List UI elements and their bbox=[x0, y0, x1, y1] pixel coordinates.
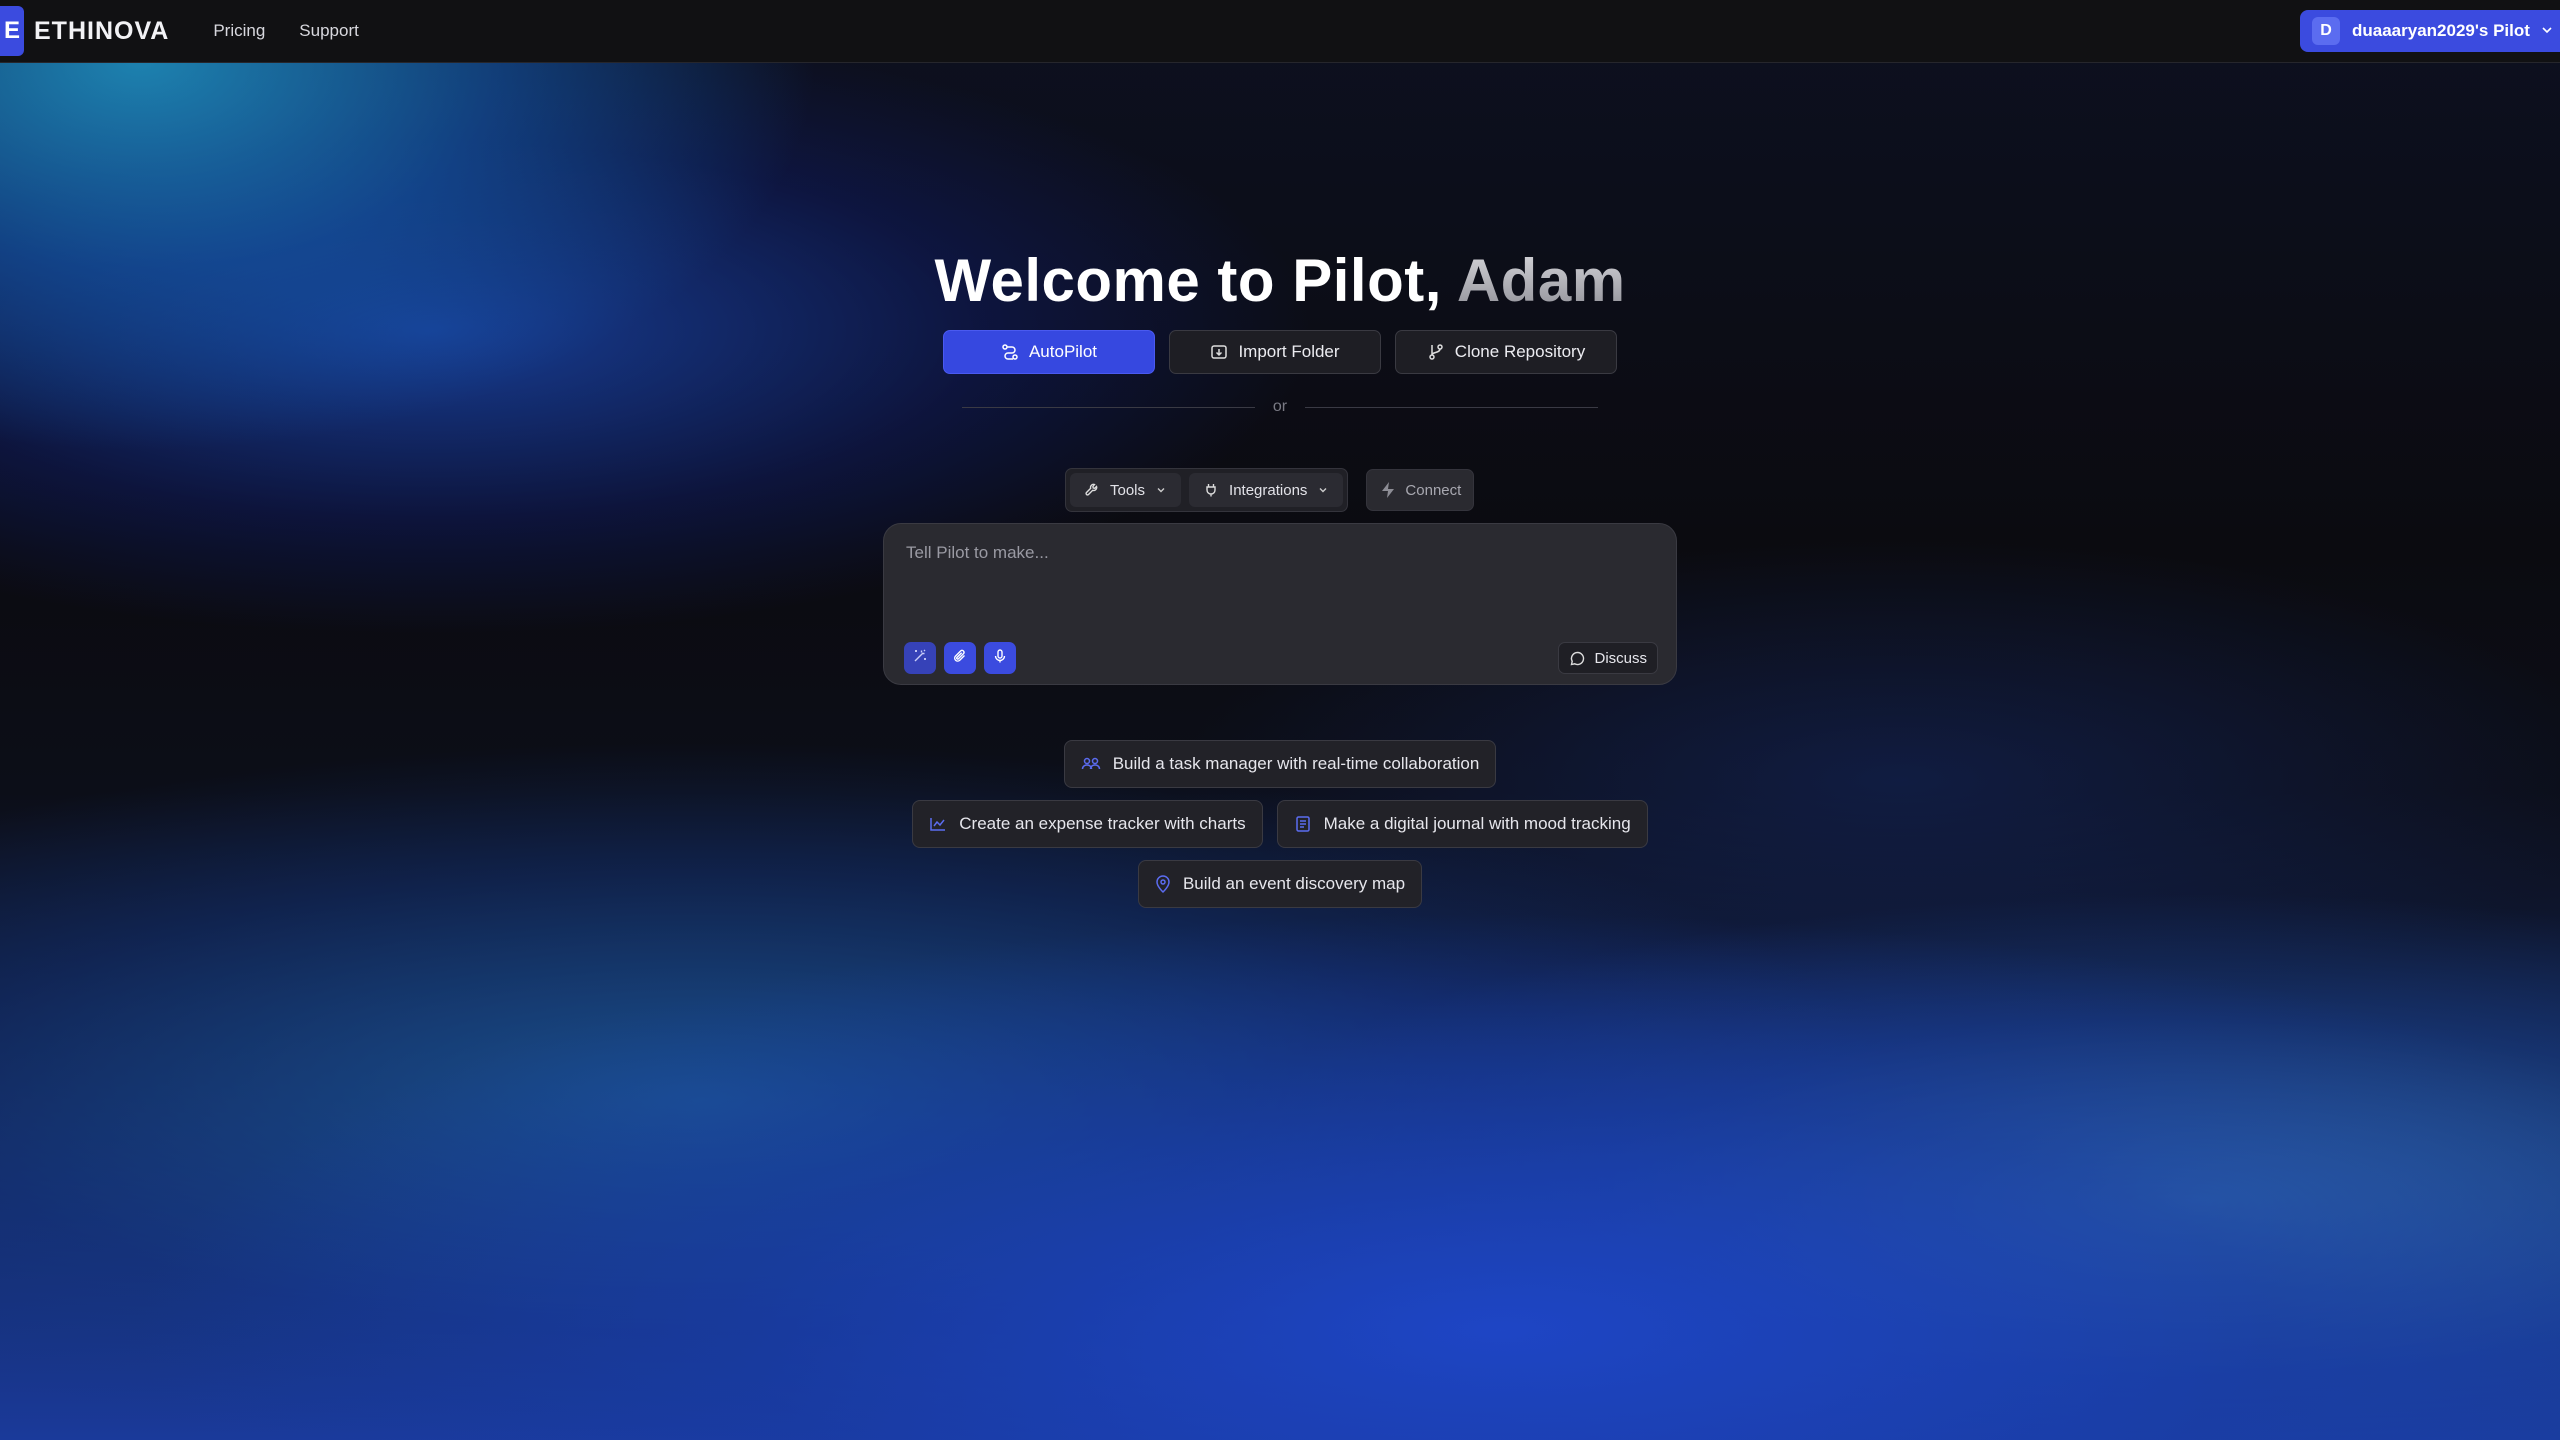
chevron-down-icon bbox=[2540, 23, 2554, 40]
suggestion-row: Create an expense tracker with charts Ma… bbox=[0, 800, 2560, 848]
divider-line-left bbox=[962, 406, 1255, 408]
suggestion-row: Build an event discovery map bbox=[0, 860, 2560, 908]
git-branch-icon bbox=[1427, 343, 1445, 361]
import-folder-button[interactable]: Import Folder bbox=[1169, 330, 1381, 374]
title-prefix: Welcome to Pilot, bbox=[934, 247, 1457, 314]
connect-label: Connect bbox=[1405, 481, 1462, 499]
top-nav-bar: E ETHINOVA Pricing Support D duaaaryan20… bbox=[0, 0, 2560, 63]
clone-repository-label: Clone Repository bbox=[1454, 342, 1586, 361]
discuss-button[interactable]: Discuss bbox=[1558, 642, 1658, 674]
tools-dropdown[interactable]: Tools bbox=[1070, 473, 1182, 507]
brand-name[interactable]: ETHINOVA bbox=[34, 17, 169, 46]
suggestion-row: Build a task manager with real-time coll… bbox=[0, 740, 2560, 788]
nav-pricing-link[interactable]: Pricing bbox=[213, 21, 265, 41]
chevron-down-icon bbox=[1317, 484, 1329, 496]
suggestion-task-manager[interactable]: Build a task manager with real-time coll… bbox=[1063, 740, 1497, 788]
page-title: Welcome to Pilot, Adam bbox=[0, 246, 2560, 315]
background-gradient bbox=[0, 0, 2560, 1440]
account-label: duaaaryan2029's Pilot bbox=[2352, 21, 2530, 40]
suggestion-label: Build a task manager with real-time coll… bbox=[1112, 754, 1480, 773]
microphone-icon bbox=[992, 648, 1008, 669]
attach-file-button[interactable] bbox=[944, 642, 976, 674]
import-icon bbox=[1210, 343, 1228, 361]
title-username: Adam bbox=[1456, 247, 1626, 314]
suggestion-label: Build an event discovery map bbox=[1182, 874, 1406, 893]
suggestion-digital-journal[interactable]: Make a digital journal with mood trackin… bbox=[1276, 800, 1648, 848]
avatar: D bbox=[2312, 17, 2340, 45]
plug-icon bbox=[1203, 482, 1219, 498]
mode-selector: AutoPilot Import Folder Clone Repository bbox=[943, 330, 1617, 374]
prompt-input[interactable] bbox=[904, 542, 1648, 564]
line-chart-icon bbox=[929, 816, 947, 832]
autopilot-button[interactable]: AutoPilot bbox=[943, 330, 1155, 374]
prompt-actions bbox=[904, 642, 1016, 674]
users-icon bbox=[1081, 756, 1101, 772]
nav-support-link[interactable]: Support bbox=[299, 21, 359, 41]
book-icon bbox=[1294, 815, 1312, 833]
or-text: or bbox=[1272, 398, 1288, 415]
autopilot-label: AutoPilot bbox=[1028, 342, 1098, 361]
discuss-label: Discuss bbox=[1594, 649, 1647, 667]
paperclip-icon bbox=[952, 648, 968, 669]
clone-repository-button[interactable]: Clone Repository bbox=[1395, 330, 1617, 374]
magic-wand-icon bbox=[912, 648, 928, 669]
divider-line-right bbox=[1305, 406, 1599, 408]
enhance-prompt-button[interactable] bbox=[904, 642, 936, 674]
prompt-box: Discuss bbox=[883, 523, 1677, 685]
import-folder-label: Import Folder bbox=[1238, 342, 1340, 361]
wrench-icon bbox=[1084, 482, 1100, 498]
or-divider: or bbox=[962, 398, 1599, 416]
account-switcher-button[interactable]: D duaaaryan2029's Pilot bbox=[2300, 10, 2560, 52]
suggestion-chips: Build a task manager with real-time coll… bbox=[0, 740, 2560, 920]
brand-logo-mark[interactable]: E bbox=[0, 6, 24, 56]
suggestion-event-map[interactable]: Build an event discovery map bbox=[1137, 860, 1423, 908]
prompt-toolbar: Tools Integrations Connect bbox=[1065, 468, 1475, 512]
voice-input-button[interactable] bbox=[984, 642, 1016, 674]
chevron-down-icon bbox=[1155, 484, 1167, 496]
suggestion-label: Make a digital journal with mood trackin… bbox=[1323, 814, 1631, 833]
suggestion-expense-tracker[interactable]: Create an expense tracker with charts bbox=[912, 800, 1263, 848]
suggestion-label: Create an expense tracker with charts bbox=[959, 814, 1246, 833]
map-pin-icon bbox=[1155, 875, 1171, 893]
tools-group: Tools Integrations bbox=[1065, 468, 1349, 512]
supabase-bolt-icon bbox=[1379, 481, 1397, 499]
tools-label: Tools bbox=[1110, 481, 1146, 499]
connect-button[interactable]: Connect bbox=[1366, 469, 1475, 511]
chat-bubble-icon bbox=[1569, 650, 1586, 667]
integrations-dropdown[interactable]: Integrations bbox=[1189, 473, 1344, 507]
integrations-label: Integrations bbox=[1229, 481, 1308, 499]
route-icon bbox=[1001, 343, 1019, 361]
